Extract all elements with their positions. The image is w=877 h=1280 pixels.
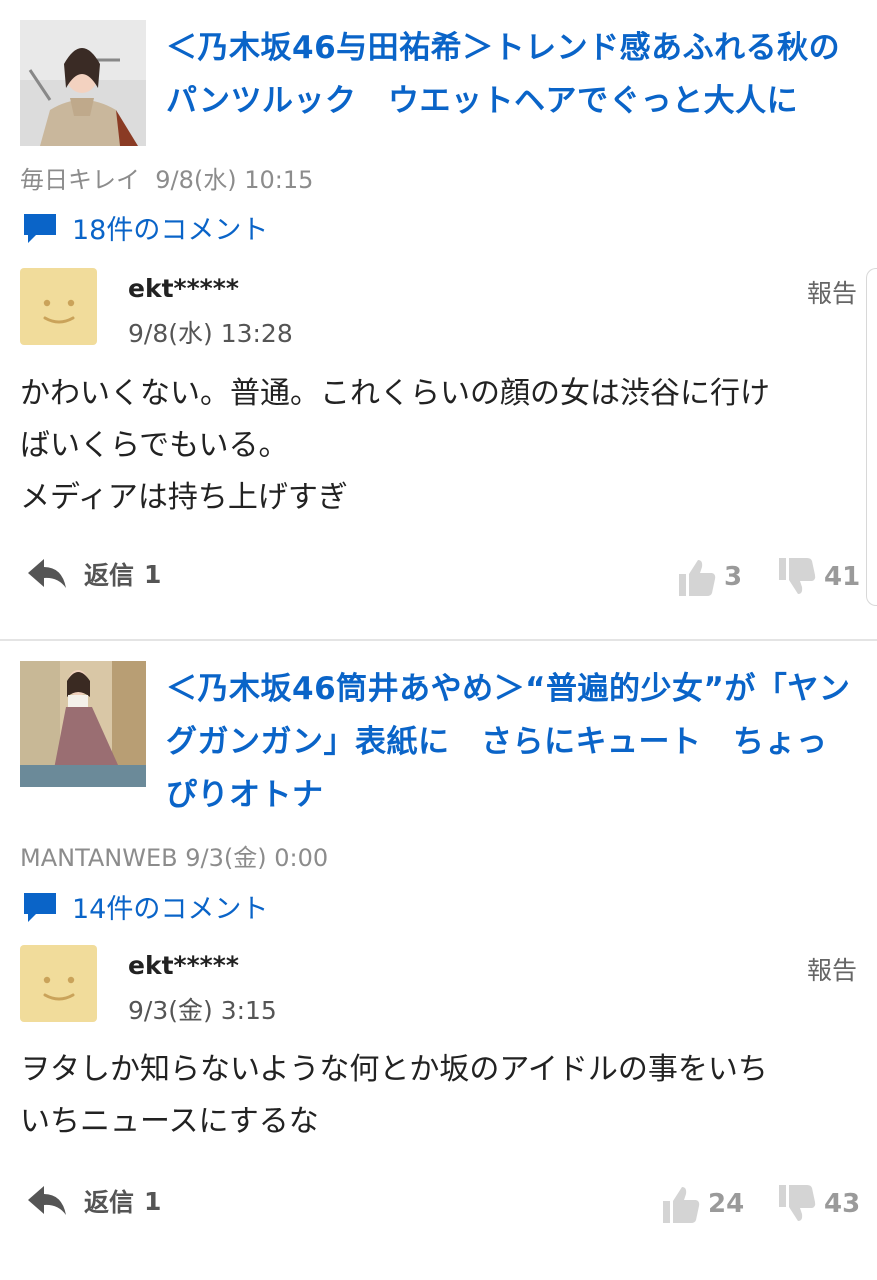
reply-button[interactable]: 返信 1 <box>26 556 161 592</box>
article-thumbnail[interactable] <box>20 661 146 787</box>
article-card: ＜乃木坂46筒井あやめ＞“普遍的少女”が「ヤン グガンガン」表紙に さらにキュー… <box>0 640 877 1280</box>
article-thumbnail[interactable] <box>20 20 146 146</box>
comment-count-link[interactable]: 18件のコメント <box>22 208 268 247</box>
thumbs-up-icon <box>679 560 716 596</box>
article-card: ＜乃木坂46与田祐希＞トレンド感あふれる秋の パンツルック ウエットヘアでぐっと… <box>0 0 877 640</box>
article-title-link[interactable]: ＜乃木坂46与田祐希＞トレンド感あふれる秋の パンツルック ウエットヘアでぐっと… <box>166 22 863 128</box>
thumbs-up-icon <box>663 1187 700 1223</box>
comment-bubble-icon <box>24 892 56 922</box>
article-title-link[interactable]: ＜乃木坂46筒井あやめ＞“普遍的少女”が「ヤン グガンガン」表紙に さらにキュー… <box>166 663 863 822</box>
comment-actions: 返信 1 3 41 <box>0 556 877 606</box>
article-datetime: 9/8(水) 10:15 <box>155 166 314 194</box>
avatar <box>20 268 97 345</box>
avatar <box>20 945 97 1022</box>
like-button[interactable]: 24 <box>660 1183 744 1225</box>
reply-button[interactable]: 返信 1 <box>26 1183 161 1219</box>
article-meta: 毎日キレイ 9/8(水) 10:15 <box>20 160 313 195</box>
scroll-indicator <box>866 268 877 606</box>
report-button[interactable]: 報告 <box>807 274 857 310</box>
report-button[interactable]: 報告 <box>807 951 857 987</box>
article-source: 毎日キレイ <box>20 166 140 194</box>
dislike-button[interactable]: 41 <box>776 556 860 598</box>
article-meta: MANTANWEB 9/3(金) 0:00 <box>20 838 328 873</box>
comment-actions: 返信 1 24 43 <box>0 1183 877 1233</box>
comment-body: かわいくない。普通。これくらいの顔の女は渋谷に行け ばいくらでもいる。 メディア… <box>20 376 770 515</box>
article-source: MANTANWEB <box>20 844 178 872</box>
comment-username[interactable]: ekt***** <box>128 951 239 980</box>
comment-time: 9/8(水) 13:28 <box>128 319 293 348</box>
comment-count-link[interactable]: 14件のコメント <box>22 887 268 926</box>
comment-username[interactable]: ekt***** <box>128 274 239 303</box>
article-datetime: 9/3(金) 0:00 <box>185 844 329 872</box>
reply-arrow-icon <box>28 559 66 588</box>
smiley-face-icon <box>43 976 75 1001</box>
comment-time: 9/3(金) 3:15 <box>128 996 277 1025</box>
like-button[interactable]: 3 <box>676 556 742 598</box>
comment-body: ヲタしか知らないような何とか坂のアイドルの事をいち いちニュースにするな <box>20 1052 768 1139</box>
thumbs-down-icon <box>779 558 816 594</box>
dislike-button[interactable]: 43 <box>776 1183 860 1225</box>
smiley-face-icon <box>43 299 75 324</box>
reply-arrow-icon <box>28 1186 66 1215</box>
thumbs-down-icon <box>779 1185 816 1221</box>
comment-bubble-icon <box>24 213 56 243</box>
